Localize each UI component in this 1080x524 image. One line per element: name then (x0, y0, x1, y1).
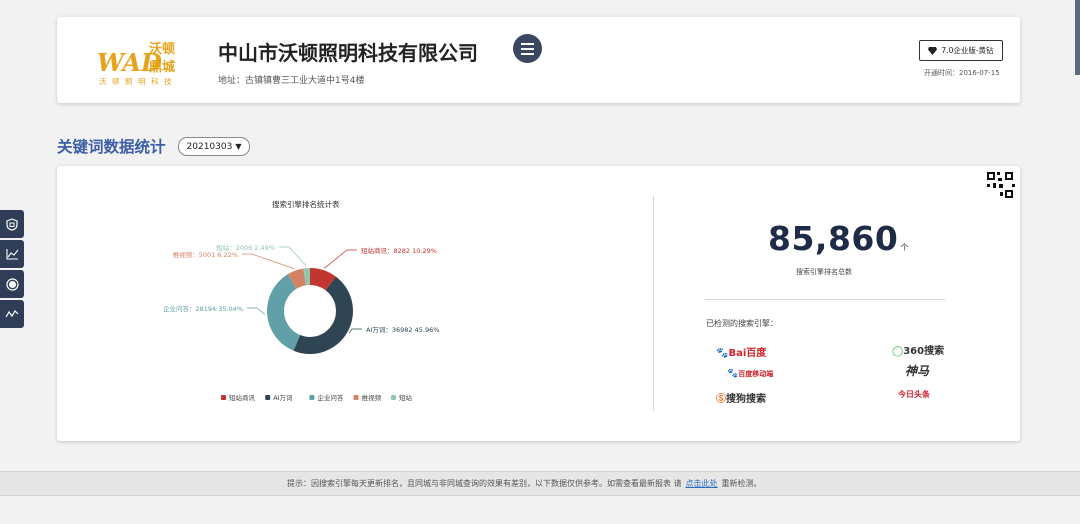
baidu-mobile-logo: 🐾百度移动端 (727, 369, 773, 379)
sogou-label: 搜狗搜索 (726, 394, 766, 405)
date-select[interactable]: 20210303 ▼ (178, 137, 250, 156)
stats-panel: 搜索引擎排名统计表 短站商讯：8282 10.29% AI万词：36982 45.… (57, 166, 1020, 441)
section-title: 关键词数据统计 (57, 138, 166, 156)
total-unit: 个 (900, 243, 909, 252)
logo-subtitle: 沃顿照明科技 (99, 77, 177, 86)
footer-notice: 提示：因搜索引擎每天更新排名，且同城与非同城查询的效果有差别，以下数据仅供参考。… (287, 478, 762, 489)
qr-code-icon[interactable] (984, 169, 1017, 202)
baidu-mobile-label: 百度移动端 (738, 370, 774, 378)
diamond-icon (928, 46, 938, 55)
pie-chart: 短站商讯：8282 10.29% AI万词：36982 45.96% 企业问答：28… (163, 243, 439, 402)
sidebar-button-trend[interactable] (0, 300, 24, 328)
shield-icon (6, 217, 18, 231)
pie-leader-line-4 (242, 253, 295, 270)
footer-notice-tail: 重新检测。 (721, 479, 762, 488)
pie-label-2: AI万词：36982 45.96% (366, 326, 439, 334)
left-sidebar (0, 210, 24, 330)
toutiao-logo: 今日头条 (898, 390, 930, 399)
legend-label-1[interactable]: 短站商讯 (229, 393, 256, 402)
legend-label-4[interactable]: 推视频 (362, 393, 382, 402)
sogou-logo: Ⓢ搜狗搜索 (716, 390, 766, 405)
baidu-label: Bai百度 (728, 348, 767, 359)
caret-down-icon: ▼ (235, 142, 242, 151)
logo-cn-top: 沃顿 (149, 41, 175, 57)
version-label: 7.0企业版-黄钻 (941, 46, 994, 55)
legend-label-2[interactable]: AI万词 (273, 394, 292, 402)
menu-icon-line (521, 48, 534, 50)
pie-leader-line-3 (247, 307, 266, 315)
menu-icon (521, 43, 534, 45)
pie-label-1: 短站商讯：8282 10.29% (361, 246, 437, 255)
sidebar-button-circle[interactable] (0, 270, 24, 298)
sogou-s-icon: Ⓢ (716, 394, 726, 405)
trend-icon (5, 310, 19, 318)
footer-notice-bar: 提示：因搜索引擎每天更新排名，且同城与非同城查询的效果有差别，以下数据仅供参考。… (0, 471, 1080, 496)
legend-swatch-4[interactable] (353, 395, 359, 400)
legend-swatch-3[interactable] (309, 395, 315, 400)
logo-cn-bottom: 鼎城 (149, 59, 175, 75)
recheck-link[interactable]: 点击此处 (686, 479, 718, 488)
sidebar-button-shield[interactable] (0, 210, 24, 238)
so360-ring-icon: ◯ (892, 346, 904, 357)
legend-swatch-1[interactable] (221, 395, 226, 400)
stats-divider (705, 299, 945, 300)
version-badge[interactable]: 7.0企业版-黄钻 (919, 40, 1003, 61)
pie-label-5: 短站：2006 2.49% (216, 243, 275, 252)
line-chart-icon (5, 249, 18, 260)
panel-divider (653, 196, 654, 411)
scrollbar[interactable] (1075, 0, 1080, 75)
pie-label-3: 企业问答：28194 35.04% (163, 304, 243, 313)
so360-logo: ◯360搜索 (892, 342, 944, 357)
company-address: 地址：古镇镇曹三工业大道中1号4楼 (218, 76, 365, 86)
baidu-mobile-paw-icon: 🐾 (727, 369, 739, 379)
pie-leader-line-2 (348, 328, 362, 334)
pie-leader-line-5 (279, 246, 307, 267)
company-header: WAD 沃顿 鼎城 沃顿照明科技 中山市沃顿照明科技有限公司 地址：古镇镇曹三工… (57, 17, 1020, 103)
legend-label-5[interactable]: 短站 (399, 393, 413, 402)
so360-label: 360搜索 (903, 346, 945, 357)
legend-swatch-2[interactable] (265, 395, 271, 400)
company-name: 中山市沃顿照明科技有限公司 (218, 41, 478, 65)
total-count: 85,860 个 (768, 219, 909, 258)
menu-button[interactable] (513, 34, 542, 63)
date-select-value: 20210303 (186, 141, 233, 152)
pie-leader-line-1 (324, 249, 357, 269)
circle-icon (5, 277, 19, 291)
menu-icon-line (521, 53, 534, 55)
total-value: 85,860 (768, 219, 899, 258)
open-date: 开通时间：2016-07-15 (924, 69, 1000, 77)
total-label: 搜索引擎排名总数 (796, 268, 852, 276)
footer-notice-text: 提示：因搜索引擎每天更新排名，且同城与非同城查询的效果有差别，以下数据仅供参考。… (287, 479, 682, 488)
shenma-logo: 神马 (905, 364, 930, 378)
legend-label-3[interactable]: 企业问答 (317, 393, 344, 402)
legend-swatch-5[interactable] (391, 395, 396, 400)
engines-label: 已检测的搜索引擎： (706, 319, 778, 328)
sidebar-button-chart[interactable] (0, 240, 24, 268)
baidu-paw-icon: 🐾 (716, 348, 729, 359)
baidu-logo: 🐾Bai百度 (716, 344, 766, 359)
